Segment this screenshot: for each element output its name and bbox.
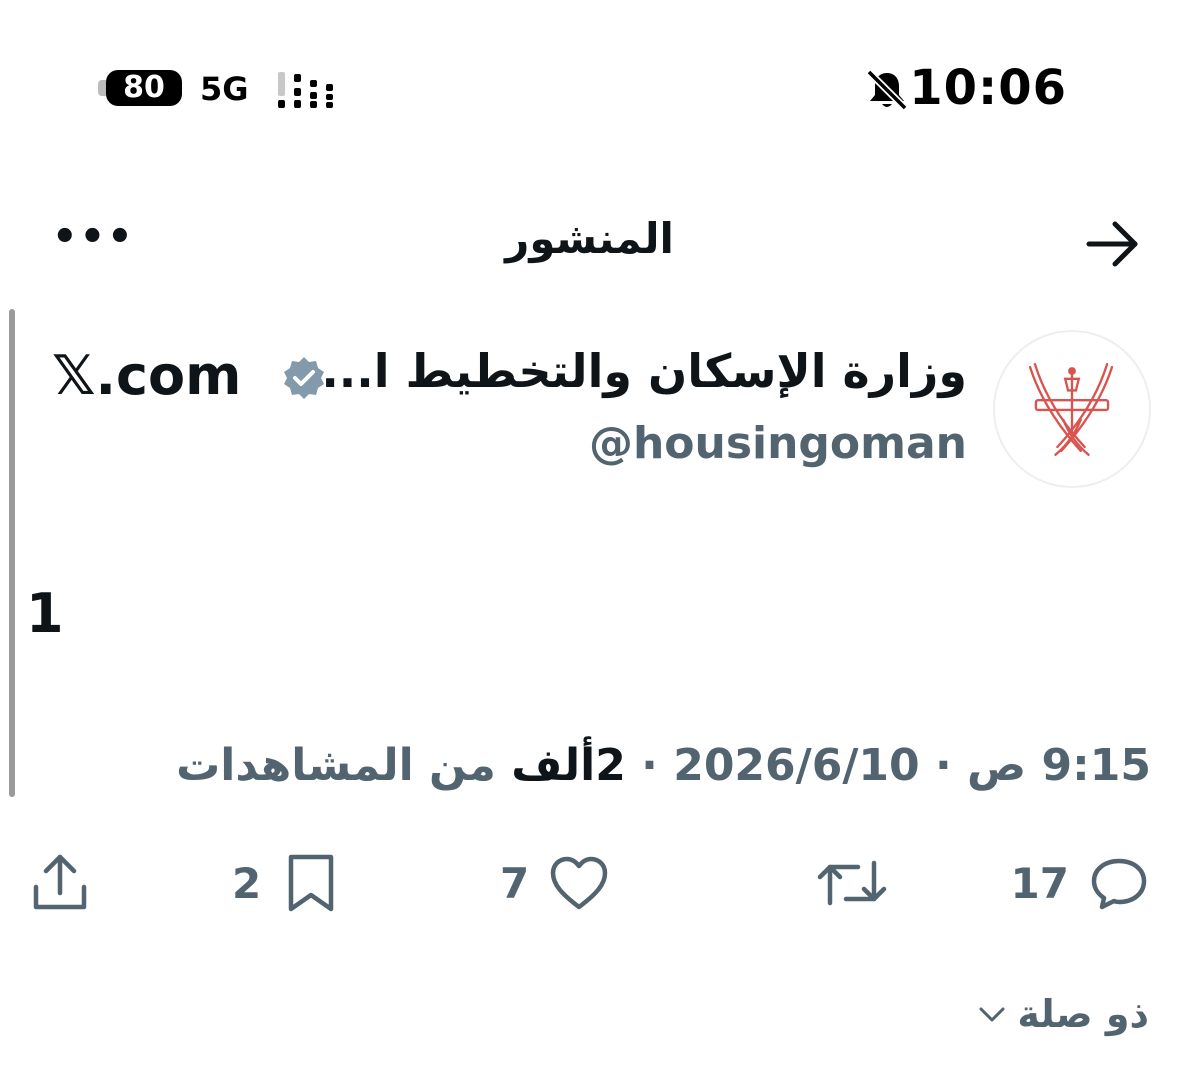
network-type: 5G bbox=[200, 70, 249, 108]
repost-icon bbox=[817, 860, 887, 906]
reply-button[interactable]: 17 bbox=[1011, 848, 1151, 918]
share-icon bbox=[33, 854, 87, 910]
battery-level: 80 bbox=[106, 70, 182, 106]
post-date[interactable]: 2026/6/10 bbox=[673, 740, 919, 791]
bookmark-icon bbox=[288, 854, 334, 912]
verified-badge-icon bbox=[284, 357, 324, 399]
post-time[interactable]: 9:15 ص bbox=[967, 740, 1151, 791]
views-count: 2ألف bbox=[511, 740, 626, 791]
like-button[interactable]: 7 bbox=[500, 848, 611, 918]
related-label: ذو صلة bbox=[1017, 992, 1149, 1036]
oman-emblem-icon bbox=[1028, 362, 1114, 456]
reply-bubble-icon bbox=[1091, 858, 1147, 910]
battery-icon: 80 bbox=[98, 66, 184, 110]
back-arrow-icon[interactable] bbox=[1085, 218, 1141, 270]
meta-separator: · bbox=[934, 740, 952, 791]
heart-icon bbox=[550, 856, 608, 910]
bookmark-count: 2 bbox=[232, 858, 262, 908]
bookmark-button[interactable]: 2 bbox=[232, 848, 343, 918]
source-label: 𝕏.com bbox=[52, 344, 242, 407]
share-button[interactable] bbox=[28, 848, 92, 918]
bell-slash-icon bbox=[866, 69, 908, 111]
chevron-down-icon bbox=[979, 1007, 1005, 1022]
post-body: 1 bbox=[26, 582, 64, 645]
meta-separator: · bbox=[641, 740, 658, 791]
related-toggle[interactable]: ذو صلة bbox=[977, 992, 1149, 1036]
page-title: المنشور bbox=[505, 214, 674, 263]
signal-icon bbox=[278, 72, 333, 108]
post-meta: 9:15 ص · 2026/6/10 · 2ألف من المشاهدات bbox=[176, 740, 1151, 791]
repost-button[interactable] bbox=[812, 848, 892, 918]
like-count: 7 bbox=[500, 858, 530, 908]
author-handle[interactable]: @housingoman bbox=[589, 418, 967, 469]
author-name[interactable]: وزارة الإسكان والتخطيط ا... bbox=[321, 344, 967, 398]
views-label: من المشاهدات bbox=[176, 740, 496, 791]
avatar[interactable] bbox=[993, 330, 1151, 488]
thread-line bbox=[9, 309, 15, 797]
status-time: 10:06 bbox=[909, 60, 1067, 116]
reply-count: 17 bbox=[1010, 858, 1069, 908]
